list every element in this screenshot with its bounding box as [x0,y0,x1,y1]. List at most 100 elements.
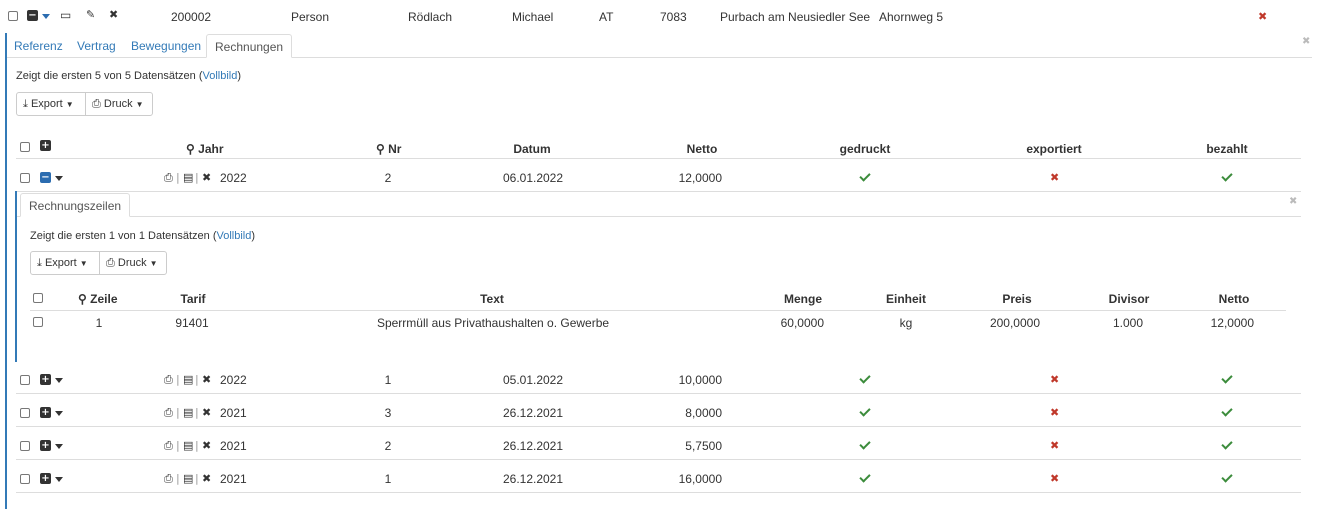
caret-down-icon[interactable] [55,477,63,482]
printer-icon[interactable]: ⎙ [164,171,173,185]
line-select-checkbox[interactable] [33,317,43,327]
lines-export-button[interactable]: ⤓ Export ▼ [30,251,100,275]
caret-down-icon[interactable] [55,176,63,181]
col-bezahlt[interactable]: bezahlt [1206,142,1247,156]
expand-icon[interactable]: + [40,440,51,451]
delete-icon[interactable]: ✖ [202,472,211,485]
expand-icon[interactable]: + [40,407,51,418]
separator: | [176,373,180,386]
edit-icon[interactable]: ✎ [86,8,95,21]
document-icon[interactable]: ▤ [183,373,193,386]
separator: | [195,406,199,419]
invoice-jahr: 2021 [220,406,247,420]
collapse-icon[interactable]: − [40,172,51,183]
cross-icon: ✖ [1050,171,1060,184]
tab-referenz[interactable]: Referenz [6,34,71,58]
lines-select-all-checkbox[interactable] [33,293,43,303]
printer-icon[interactable]: ⎙ [164,373,173,387]
document-icon[interactable]: ▤ [183,171,193,184]
delete-icon[interactable]: ✖ [202,439,211,452]
caret-down-icon[interactable] [55,444,63,449]
printer-icon[interactable]: ⎙ [164,472,173,486]
col-datum[interactable]: Datum [513,142,550,156]
invoice-select-checkbox[interactable] [20,408,30,418]
row-select-checkbox[interactable] [8,11,18,21]
tab-vertrag[interactable]: Vertrag [69,34,124,58]
table-row: 1 91401 Sperrmüll aus Privathaushalten o… [30,311,1286,335]
check-icon [1221,471,1233,483]
invoice-select-checkbox[interactable] [20,474,30,484]
tab-rechnungen[interactable]: Rechnungen [206,34,293,58]
invoice-select-checkbox[interactable] [20,173,30,183]
delete-icon[interactable]: ✖ [109,8,118,21]
caret-down-icon[interactable] [55,411,63,416]
separator: | [195,171,199,184]
close-lines-icon[interactable]: ✖ [1289,196,1297,207]
invoice-netto: 5,7500 [685,439,722,453]
id-card-icon[interactable]: ▭ [60,8,71,22]
line-menge: 60,0000 [780,316,824,330]
caret-down-icon[interactable] [55,378,63,383]
expand-all-icon[interactable]: + [40,140,51,151]
delete-icon[interactable]: ✖ [202,373,211,386]
tab-rechnungszeilen[interactable]: Rechnungszeilen [20,193,131,217]
separator: | [176,171,180,184]
document-icon[interactable]: ▤ [183,439,193,452]
tab-bewegungen[interactable]: Bewegungen [123,34,209,58]
expand-icon[interactable]: + [40,374,51,385]
col-einheit[interactable]: Einheit [886,292,926,306]
col-text[interactable]: Text [480,292,504,306]
document-icon[interactable]: ▤ [183,406,193,419]
invoice-datum: 06.01.2022 [502,171,564,185]
delete-icon[interactable]: ✖ [202,406,211,419]
check-icon [859,170,871,182]
outer-tabs: Referenz Vertrag Bewegungen Rechnungen [6,34,606,58]
fullscreen-link[interactable]: Vollbild [217,230,252,242]
invoice-table-header: + ⚲ Jahr ⚲ Nr Datum Netto gedruckt expor… [16,128,1301,158]
col-jahr[interactable]: ⚲ Jahr [186,142,224,156]
check-icon [859,405,871,417]
invoice-datum: 26.12.2021 [502,406,564,420]
select-all-checkbox[interactable] [20,142,30,152]
invoice-select-checkbox[interactable] [20,441,30,451]
col-divisor[interactable]: Divisor [1109,292,1150,306]
col-netto[interactable]: Netto [687,142,718,156]
printer-icon: ⎙ [92,98,101,110]
check-icon [1221,405,1233,417]
col-exportiert[interactable]: exportiert [1026,142,1081,156]
inner-tabs: Rechnungszeilen [20,193,220,217]
col-gedruckt[interactable]: gedruckt [840,142,891,156]
key-icon: ⚲ [186,142,195,156]
printer-icon[interactable]: ⎙ [164,406,173,420]
col-menge[interactable]: Menge [784,292,822,306]
delete-icon[interactable]: ✖ [202,171,211,184]
close-detail-icon[interactable]: ✖ [1302,36,1310,47]
invoice-netto: 10,0000 [678,373,722,387]
invoice-select-checkbox[interactable] [20,375,30,385]
cross-icon: ✖ [1050,472,1060,485]
col-zeile[interactable]: ⚲ Zeile [78,292,118,306]
col-tarif[interactable]: Tarif [180,292,205,306]
caret-down-icon[interactable] [42,14,50,19]
fullscreen-link[interactable]: Vollbild [203,70,238,82]
col-preis[interactable]: Preis [1002,292,1031,306]
master-country: AT [599,10,614,24]
printer-icon[interactable]: ⎙ [164,439,173,453]
lines-print-button[interactable]: ⎙ Druck ▼ [99,251,167,275]
export-button[interactable]: ⤓ Export ▼ [16,92,86,116]
col-lines-netto[interactable]: Netto [1219,292,1250,306]
document-icon[interactable]: ▤ [183,472,193,485]
check-icon [1221,438,1233,450]
check-icon [859,471,871,483]
master-delete-icon[interactable]: ✖ [1258,10,1267,23]
cross-icon: ✖ [1050,439,1060,452]
expand-icon[interactable]: + [40,473,51,484]
separator: | [176,472,180,485]
print-button[interactable]: ⎙ Druck ▼ [85,92,153,116]
caret-down-icon: ▼ [79,259,88,268]
table-row: + ⎙ | ▤ | ✖ 2022 1 05.01.2022 10,0000 ✖ [16,362,1301,393]
col-nr[interactable]: ⚲ Nr [376,142,401,156]
collapse-icon[interactable]: − [27,10,38,21]
download-icon: ⤓ [23,98,28,110]
invoice-nr: 2 [384,171,392,185]
